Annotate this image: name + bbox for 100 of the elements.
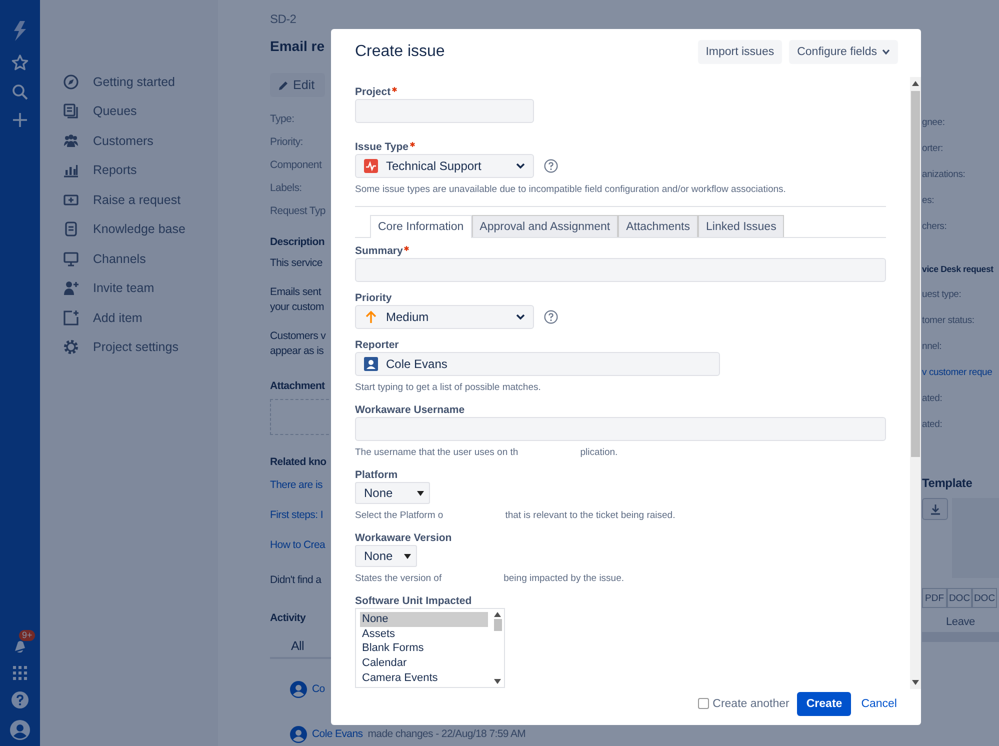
header-button[interactable]: Configure fields xyxy=(789,40,898,64)
format-button[interactable]: PDF xyxy=(922,588,947,608)
add-square-icon[interactable] xyxy=(63,310,79,326)
field-label: Reporter xyxy=(355,339,399,352)
gear-icon[interactable] xyxy=(63,339,79,356)
sidebar-item[interactable]: Raise a request xyxy=(93,192,181,207)
scrollbar-thumb[interactable] xyxy=(911,91,920,457)
checkbox[interactable] xyxy=(698,698,709,709)
plus-box-icon[interactable] xyxy=(63,192,79,208)
scrollbar[interactable] xyxy=(910,77,921,689)
star-icon[interactable] xyxy=(11,54,29,72)
lightning-logo-icon[interactable] xyxy=(11,20,29,42)
caret-down-icon[interactable] xyxy=(494,679,501,684)
sidebar-item[interactable]: Queues xyxy=(93,104,137,118)
horizontal-scrollbar[interactable] xyxy=(922,632,999,642)
document-icon[interactable] xyxy=(63,221,79,238)
create-button[interactable]: Create xyxy=(797,692,852,716)
text-field[interactable] xyxy=(355,99,534,123)
listbox-option[interactable]: Camera Events xyxy=(360,670,488,684)
field-label: nnel: xyxy=(922,341,942,352)
field-label: Project xyxy=(355,86,391,99)
avatar-icon[interactable] xyxy=(10,720,30,740)
sidebar-item[interactable]: Getting started xyxy=(93,74,175,89)
section-heading: Attachment xyxy=(270,379,325,394)
sidebar-item[interactable]: Invite team xyxy=(93,281,154,296)
scrollbar-thumb[interactable] xyxy=(494,619,502,631)
bar-chart-icon[interactable] xyxy=(63,162,79,178)
field-label: es: xyxy=(922,195,934,206)
field-label: tomer status: xyxy=(922,315,974,326)
dialog-title: Create issue xyxy=(355,43,445,61)
avatar-icon xyxy=(364,357,378,371)
user-picker-field[interactable]: Cole Evans xyxy=(355,352,720,376)
format-button[interactable]: DOC xyxy=(947,588,972,608)
avatar-icon xyxy=(290,680,307,698)
help-text: The username that the user uses on th xyxy=(355,447,518,458)
pulse-icon xyxy=(364,159,378,173)
listbox-option[interactable]: Blank Forms xyxy=(360,641,488,656)
form-tab[interactable]: Attachments xyxy=(618,215,698,237)
checkbox-label[interactable]: Create another xyxy=(712,698,790,710)
header-button[interactable]: Import issues xyxy=(698,40,782,64)
sidebar-item[interactable]: Knowledge base xyxy=(93,222,186,236)
field-label: Summary xyxy=(355,245,403,258)
field-label: Software Unit Impacted xyxy=(355,595,472,608)
help-icon[interactable] xyxy=(11,691,29,709)
form-tab[interactable]: Core Information xyxy=(370,215,472,238)
sidebar-item[interactable]: Add item xyxy=(93,310,142,325)
form-tab[interactable]: Linked Issues xyxy=(698,215,784,237)
people-icon[interactable] xyxy=(63,132,79,149)
arrow-up-icon xyxy=(364,310,378,324)
download-button[interactable] xyxy=(922,498,948,520)
leave-button[interactable]: Leave xyxy=(922,616,999,628)
search-icon[interactable] xyxy=(12,84,28,100)
listbox-option[interactable]: Assets xyxy=(360,626,488,642)
channel-link[interactable]: v customer reque xyxy=(922,367,992,378)
author-link[interactable]: Cole Evans xyxy=(312,728,363,740)
text-field[interactable] xyxy=(355,417,886,441)
plus-icon[interactable] xyxy=(12,112,28,128)
select-field[interactable]: None xyxy=(355,545,417,567)
monitor-icon[interactable] xyxy=(63,250,79,267)
section-heading: Description xyxy=(270,235,324,250)
field-label: Request Typ xyxy=(270,204,326,219)
issue-key[interactable]: SD-2 xyxy=(270,12,296,26)
person-plus-icon[interactable] xyxy=(63,280,79,296)
article-link[interactable]: First steps: I xyxy=(270,509,323,521)
article-link[interactable]: How to Crea xyxy=(270,539,326,551)
edit-button[interactable]: Edit xyxy=(270,73,325,97)
scrollbar[interactable] xyxy=(491,612,504,684)
listbox-option[interactable]: Calendar xyxy=(360,656,488,671)
description-text: Customers v xyxy=(270,329,326,344)
cancel-link[interactable]: Cancel xyxy=(861,698,897,710)
article-link[interactable]: There are is xyxy=(270,479,322,491)
sidebar-item[interactable]: Reports xyxy=(93,163,137,178)
select-field[interactable]: Technical Support xyxy=(355,154,534,178)
help-icon[interactable] xyxy=(544,159,558,173)
sidebar-item[interactable]: Customers xyxy=(93,134,154,148)
document-stack-icon[interactable] xyxy=(63,103,79,120)
caret-up-icon[interactable] xyxy=(494,612,501,617)
field-label: gnee: xyxy=(922,117,945,128)
select-field[interactable]: None xyxy=(355,482,430,504)
help-icon[interactable] xyxy=(544,310,558,324)
section-heading: Activity xyxy=(270,611,306,626)
caret-up-icon[interactable] xyxy=(912,81,919,86)
author-link[interactable]: Co xyxy=(312,683,325,695)
avatar-icon xyxy=(290,726,307,742)
listbox-field[interactable]: None Assets Blank Forms Calendar Camera Events xyxy=(355,608,505,688)
caret-down-icon[interactable] xyxy=(912,680,919,685)
text-field[interactable] xyxy=(355,258,886,282)
notification-icon[interactable] xyxy=(12,639,28,655)
app-grid-icon[interactable] xyxy=(13,666,27,680)
help-text: States the version of xyxy=(355,573,442,584)
sidebar-item[interactable]: Channels xyxy=(93,252,146,266)
field-label: orter: xyxy=(922,143,943,154)
help-text: Start typing to get a list of possible matches. xyxy=(355,382,541,393)
listbox-option[interactable]: None xyxy=(360,612,488,627)
sidebar-item[interactable]: Project settings xyxy=(93,340,178,354)
form-tab[interactable]: Approval and Assignment xyxy=(472,215,618,237)
compass-icon[interactable] xyxy=(63,74,79,90)
select-field[interactable]: Medium xyxy=(355,305,534,329)
activity-tab[interactable]: All xyxy=(291,639,304,653)
format-button[interactable]: DOC xyxy=(972,588,997,608)
